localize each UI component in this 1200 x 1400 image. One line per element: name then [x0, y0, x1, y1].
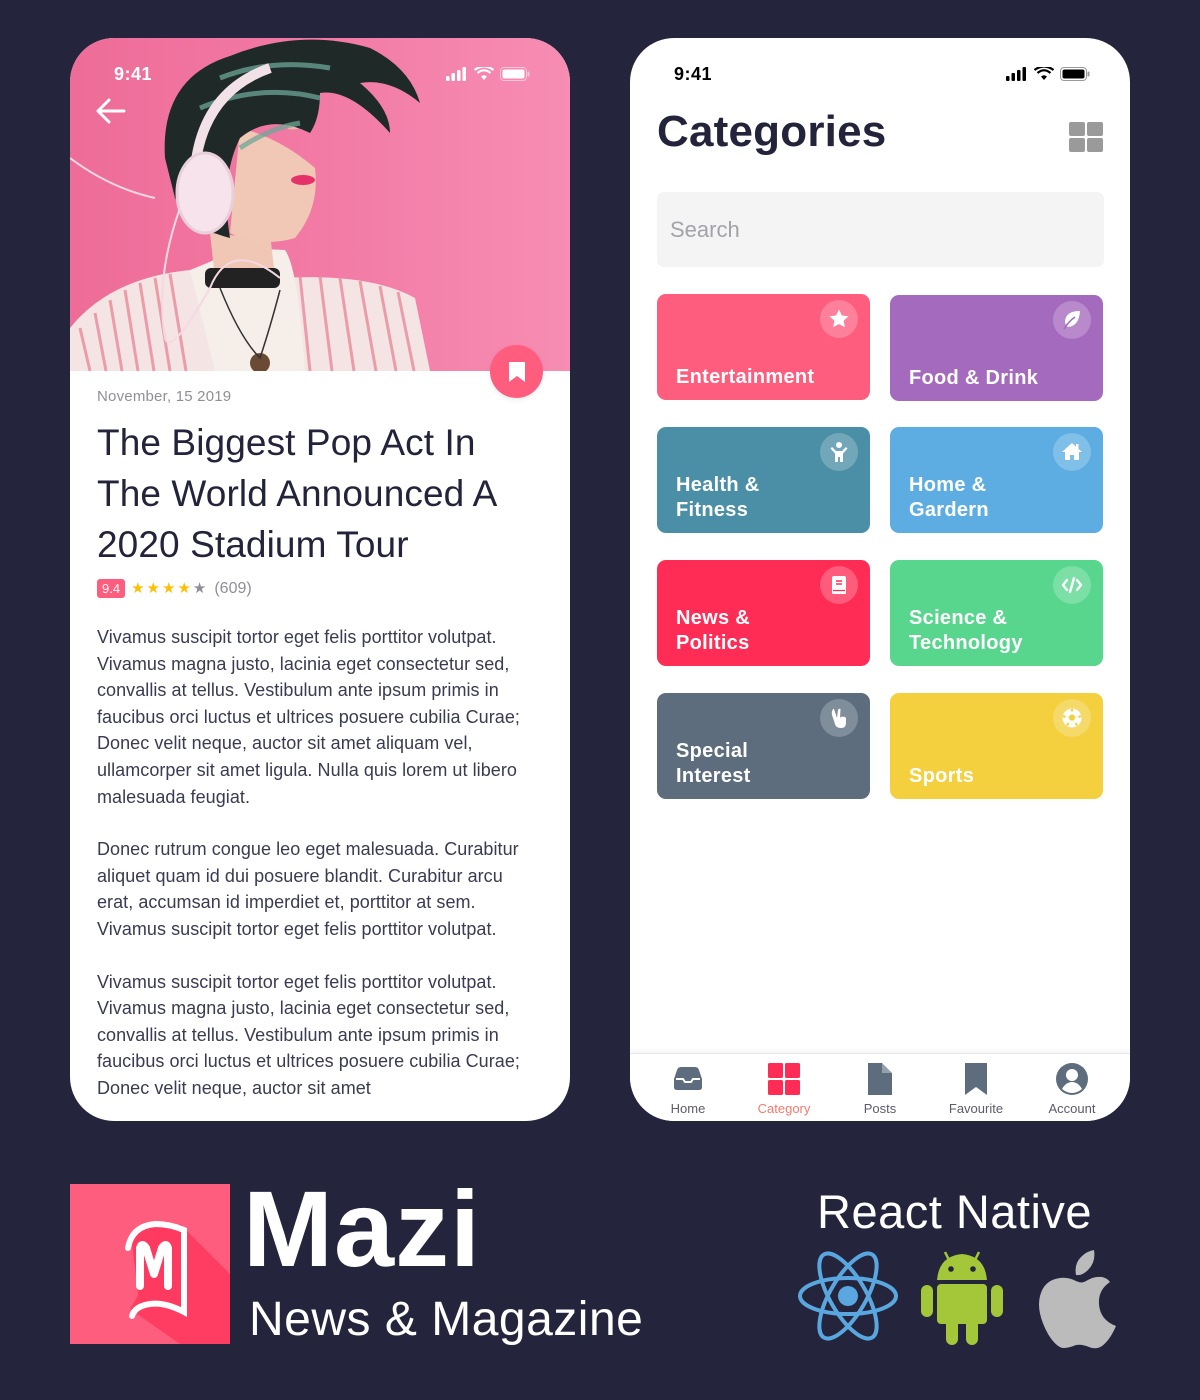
category-icon-badge: [1053, 699, 1091, 737]
article-paragraph: Vivamus suscipit tortor eget felis portt…: [97, 627, 520, 807]
tech-stack-title: React Native: [817, 1185, 1093, 1238]
rating-count: (609): [214, 579, 252, 597]
article-paragraph: Donec rutrum congue leo eget malesuada. …: [97, 839, 519, 939]
home-icon: [1062, 443, 1082, 460]
tab-category[interactable]: Category: [739, 1054, 829, 1121]
star-rating: ★ ★ ★ ★ ★: [131, 581, 206, 596]
status-bar: 9:41: [630, 38, 1130, 102]
status-time: 9:41: [674, 63, 713, 84]
react-icon: [798, 1251, 898, 1341]
cellular-signal-icon: [1006, 67, 1026, 81]
inbox-icon: [674, 1067, 702, 1090]
search-input[interactable]: [657, 192, 1104, 267]
star-icon: [829, 309, 849, 328]
cellular-signal-icon: [446, 67, 466, 81]
star-filled-icon: ★: [161, 580, 176, 597]
category-card[interactable]: Special Interest: [657, 693, 870, 799]
category-icon-badge: [820, 566, 858, 604]
hand-icon: [831, 708, 846, 728]
tab-label: Posts: [863, 1101, 897, 1116]
apple-icon: [1039, 1250, 1116, 1349]
tab-label: Favourite: [948, 1101, 1004, 1116]
article-paragraph: Vivamus suscipit tortor eget felis portt…: [97, 971, 520, 1098]
category-label: Health & Fitness: [676, 474, 760, 521]
category-label: Science & Technology: [909, 607, 1023, 654]
category-card[interactable]: Food & Drink: [890, 295, 1103, 401]
article-content: Vivamus suscipit tortor eget felis portt…: [97, 624, 544, 1102]
brand-tagline: News & Magazine: [249, 1293, 644, 1346]
tab-label: Category: [757, 1101, 811, 1116]
category-card[interactable]: Entertainment: [657, 294, 870, 400]
category-label: News & Politics: [676, 607, 751, 654]
rating-score-badge: 9.4: [97, 579, 126, 598]
rating-row: 9.4 ★ ★ ★ ★ ★ (609): [97, 579, 544, 598]
soccer-ball-icon: [1062, 708, 1082, 728]
code-icon: [1061, 576, 1083, 594]
account-icon: [1056, 1063, 1088, 1095]
category-icon-badge: [820, 300, 858, 338]
category-label: Entertainment: [676, 366, 815, 388]
back-button[interactable]: [94, 94, 128, 128]
bottom-tab-bar: Home Category Posts Favourite Account: [630, 1053, 1130, 1121]
tab-favourite[interactable]: Favourite: [931, 1054, 1021, 1121]
brand-name: Mazi: [243, 1168, 482, 1289]
tab-label: Account: [1048, 1101, 1096, 1116]
android-icon: [921, 1251, 1003, 1345]
status-time: 9:41: [114, 63, 153, 84]
categories-phone-screen: 9:41 Categories Entertainment Food & Drin…: [630, 38, 1130, 1121]
category-card[interactable]: Home & Gardern: [890, 427, 1103, 533]
category-label: Sports: [909, 765, 975, 787]
arrow-left-icon: [96, 98, 126, 124]
star-filled-icon: ★: [131, 580, 145, 597]
wifi-icon: [474, 67, 494, 80]
category-card[interactable]: Science & Technology: [890, 560, 1103, 666]
category-icon-badge: [820, 699, 858, 737]
article-body: November, 15 2019 The Biggest Pop Act In…: [97, 371, 544, 1102]
category-icon-badge: [1053, 301, 1091, 339]
category-card[interactable]: News & Politics: [657, 560, 870, 666]
tab-account[interactable]: Account: [1027, 1054, 1117, 1121]
bookmark-icon: [965, 1063, 987, 1095]
article-date: November, 15 2019: [97, 388, 232, 405]
mazi-logo: [70, 1184, 230, 1344]
book-icon: [832, 576, 846, 594]
category-icon-badge: [1053, 433, 1091, 471]
wifi-icon: [1034, 67, 1054, 80]
status-bar: 9:41: [70, 38, 570, 102]
leaf-icon: [1063, 311, 1080, 330]
star-filled-icon: ★: [177, 580, 191, 597]
battery-icon: [500, 67, 530, 81]
person-icon: [830, 442, 848, 462]
grid-icon: [1069, 122, 1085, 136]
tab-home[interactable]: Home: [643, 1054, 733, 1121]
bookmark-button[interactable]: [490, 345, 543, 398]
star-empty-icon: ★: [192, 580, 207, 597]
category-label: Special Interest: [676, 740, 751, 787]
document-icon: [868, 1063, 892, 1095]
bookmark-icon: [508, 361, 525, 382]
article-title: The Biggest Pop Act In The World Announc…: [97, 422, 496, 565]
category-icon-badge: [820, 433, 858, 471]
grid-view-toggle[interactable]: [1069, 122, 1103, 152]
tab-posts[interactable]: Posts: [835, 1054, 925, 1121]
category-label: Home & Gardern: [909, 474, 989, 521]
article-phone-screen: 9:41 November, 15 2019 The Biggest Pop A…: [70, 38, 570, 1121]
category-card[interactable]: Sports: [890, 693, 1103, 799]
star-filled-icon: ★: [146, 580, 160, 597]
categories-header: Categories: [657, 104, 1103, 164]
battery-icon: [1060, 67, 1090, 81]
mazi-book-icon: [125, 1220, 230, 1344]
article-hero-image: 9:41: [70, 38, 570, 371]
page-title: Categories: [657, 107, 887, 156]
tab-label: Home: [670, 1101, 706, 1116]
category-label: Food & Drink: [909, 367, 1039, 389]
category-icon-badge: [1053, 566, 1091, 604]
grid-icon: [768, 1063, 800, 1095]
category-card[interactable]: Health & Fitness: [657, 427, 870, 533]
